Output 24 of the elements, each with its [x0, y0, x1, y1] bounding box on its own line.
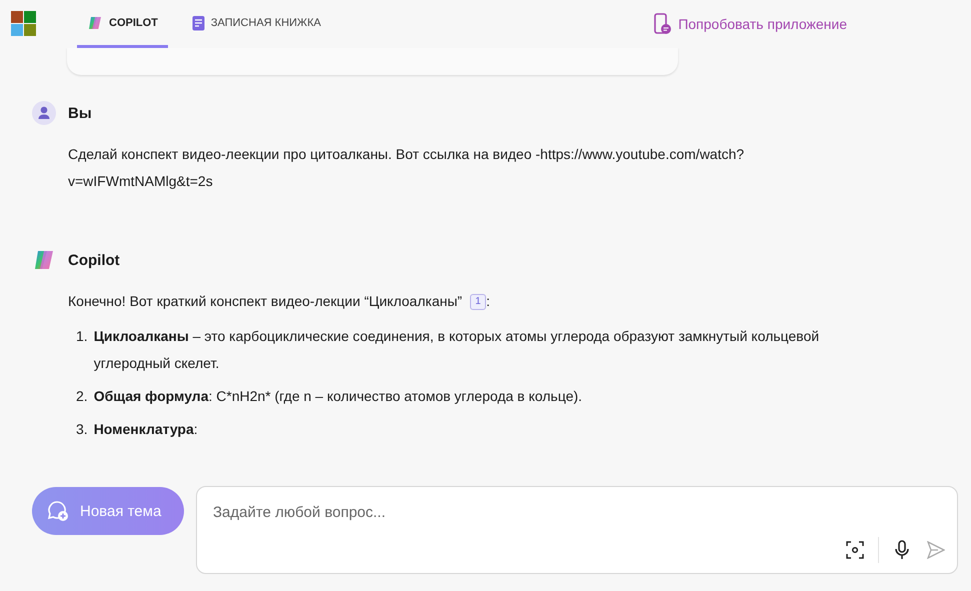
copilot-logo-icon [87, 14, 103, 30]
question-field[interactable]: Задайте любой вопрос... [196, 486, 958, 574]
list-item: Циклоалканы – это карбоциклические соединения, в которых атомы углерода образуют замкнутый кольцевой углеродный скелет. [94, 327, 820, 373]
list-number: 3. [76, 420, 88, 439]
list-item: Номенклатура: [94, 420, 198, 439]
list-number: 1. [76, 327, 88, 346]
footnote-badge[interactable]: 1 [470, 294, 486, 310]
list-item: Общая формула: C*nH2n* (где n – количество атомов углерода в кольце). [94, 387, 582, 406]
tab[interactable]: ЗАПИСНАЯ КНИЖКА [182, 0, 331, 48]
message-text: Конечно! Вот краткий конспект видео-лекции “Циклоалканы” 1 : [68, 292, 491, 312]
user-avatar-icon [32, 101, 56, 125]
windows-logo-icon [11, 11, 37, 37]
notebook-icon [192, 14, 205, 30]
author-name: Вы [68, 104, 92, 122]
screenshot-icon[interactable] [844, 539, 866, 561]
list-number: 2. [76, 387, 88, 406]
message-text: Сделай конспект видео-леекции про цитоалканы. Вот ссылка на видео -https://www.youtube.com/watch?v=wIFWmtNAMlg&t=2s [68, 145, 746, 191]
chat-plus-icon [46, 499, 70, 523]
question-input-field[interactable]: Задайте любой вопрос... [211, 487, 947, 537]
try-app-link[interactable]: Попробовать приложение [654, 13, 847, 35]
copilot-logo-icon [32, 248, 56, 272]
author-name: Copilot [68, 252, 120, 268]
new-topic-button[interactable]: Новая тема [32, 487, 184, 535]
phone-chat-icon [654, 13, 672, 35]
